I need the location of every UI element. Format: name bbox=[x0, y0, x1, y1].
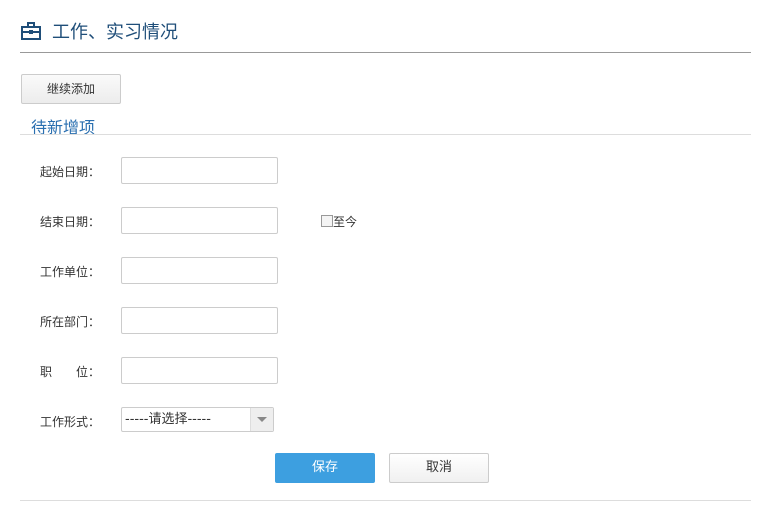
divider bbox=[20, 134, 751, 135]
employer-label: 工作单位： bbox=[40, 265, 101, 279]
divider bbox=[20, 52, 751, 53]
work-type-selected: -----请选择----- bbox=[125, 412, 211, 427]
start-date-label: 起始日期： bbox=[40, 165, 101, 179]
continue-add-button[interactable]: 继续添加 bbox=[21, 74, 121, 104]
until-now-checkbox[interactable] bbox=[321, 215, 333, 227]
position-label: 职 位： bbox=[40, 365, 101, 379]
page-title: 工作、实习情况 bbox=[52, 22, 178, 43]
work-type-select[interactable]: -----请选择----- bbox=[121, 407, 274, 432]
briefcase-icon bbox=[21, 22, 41, 40]
position-input[interactable] bbox=[121, 357, 278, 384]
chevron-down-icon[interactable] bbox=[250, 408, 273, 431]
until-now-label[interactable]: 至今 bbox=[333, 213, 357, 230]
end-date-label: 结束日期： bbox=[40, 215, 101, 229]
start-date-input[interactable] bbox=[121, 157, 278, 184]
department-input[interactable] bbox=[121, 307, 278, 334]
department-label: 所在部门： bbox=[40, 315, 101, 329]
work-type-label: 工作形式： bbox=[40, 415, 101, 429]
employer-input[interactable] bbox=[121, 257, 278, 284]
save-button[interactable]: 保存 bbox=[275, 453, 375, 483]
divider bbox=[20, 500, 751, 501]
end-date-input[interactable] bbox=[121, 207, 278, 234]
cancel-button[interactable]: 取消 bbox=[389, 453, 489, 483]
